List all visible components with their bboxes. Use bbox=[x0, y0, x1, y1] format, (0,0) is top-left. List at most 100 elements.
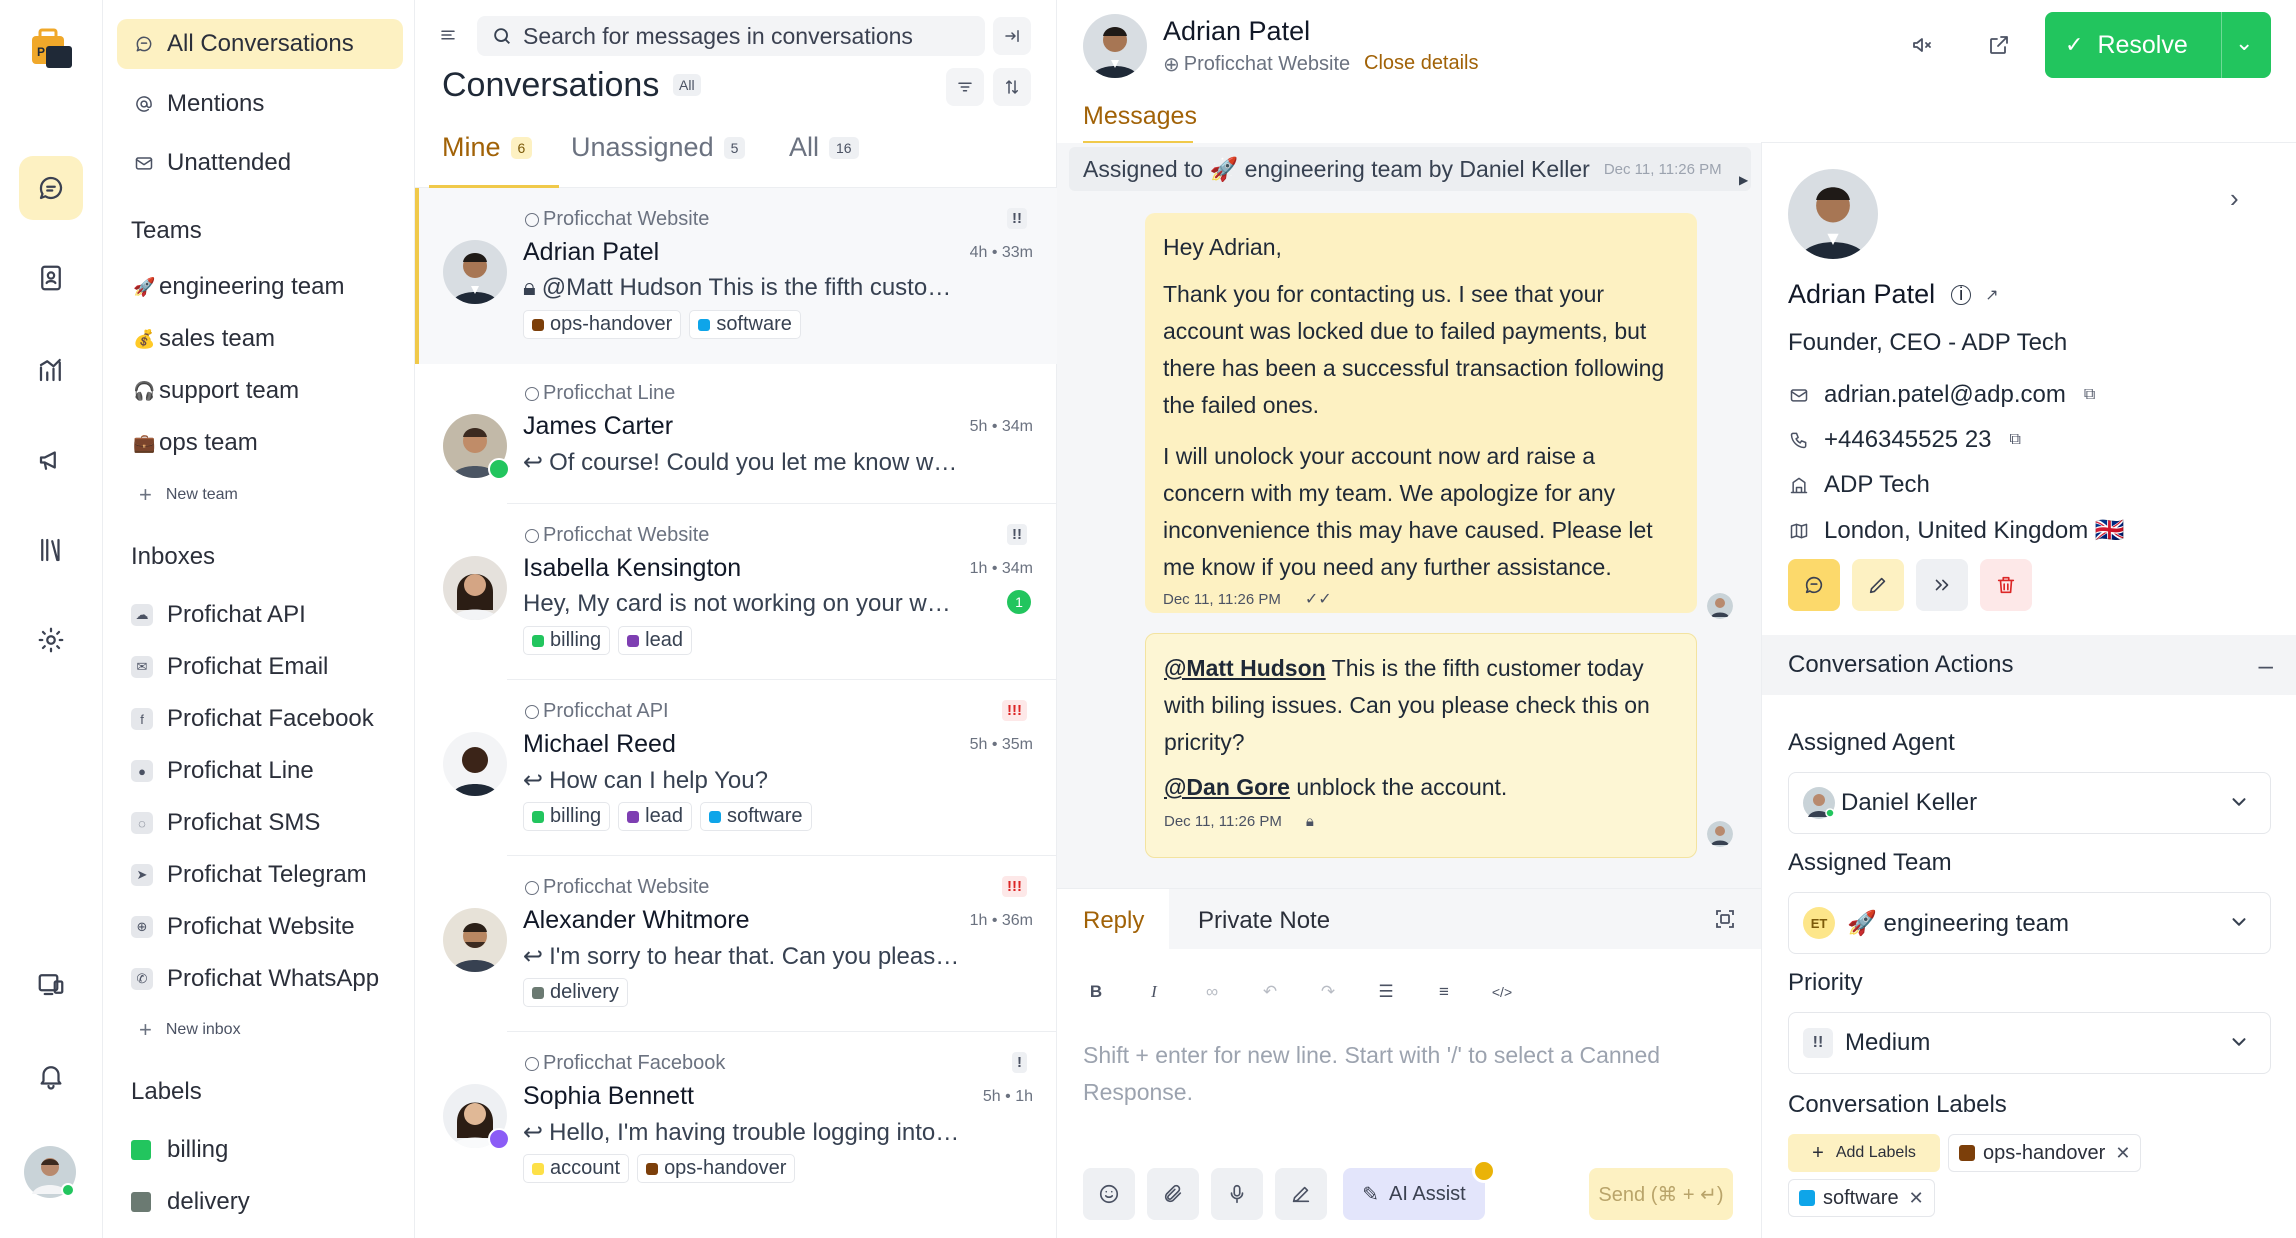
info-icon[interactable]: i bbox=[1951, 284, 1972, 305]
facebook-icon: f bbox=[131, 708, 153, 730]
link-button[interactable]: ∞ bbox=[1199, 979, 1225, 1005]
conversation-actions-header[interactable]: Conversation Actions – bbox=[1762, 635, 2296, 695]
rail-dashboard-button[interactable] bbox=[19, 952, 83, 1016]
messenger-icon bbox=[488, 1128, 510, 1150]
label-delivery[interactable]: delivery bbox=[131, 1188, 250, 1216]
search-input[interactable]: Search for messages in conversations bbox=[477, 16, 985, 56]
rail-campaigns-button[interactable] bbox=[19, 428, 83, 492]
assigned-agent-select[interactable]: Daniel Keller bbox=[1788, 772, 2271, 834]
conversation-item[interactable]: Proficchat Website !! Adrian Patel 4h • … bbox=[415, 188, 1057, 364]
label-chip: lead bbox=[618, 626, 692, 655]
nav-unattended[interactable]: Unattended bbox=[117, 138, 403, 188]
sort-button[interactable] bbox=[993, 68, 1031, 106]
tab-unassigned[interactable]: Unassigned 5 bbox=[571, 132, 746, 163]
add-labels-button[interactable]: + Add Labels bbox=[1788, 1134, 1940, 1172]
delete-contact-button[interactable] bbox=[1980, 559, 2032, 611]
rail-reports-button[interactable] bbox=[19, 338, 83, 402]
contact-avatar[interactable] bbox=[1083, 14, 1147, 78]
close-details-link[interactable]: Close details bbox=[1364, 52, 1479, 75]
tab-mine[interactable]: Mine 6 bbox=[442, 132, 533, 163]
collapse-icon[interactable]: – bbox=[2259, 650, 2273, 681]
chevron-down-icon[interactable]: ⌄ bbox=[2235, 30, 2253, 56]
inbox-line[interactable]: ● Profichat Line bbox=[131, 757, 314, 785]
mention[interactable]: @Dan Gore bbox=[1164, 774, 1290, 800]
resolve-button[interactable]: ✓ Resolve ⌄ bbox=[2045, 12, 2271, 78]
bullet-list-button[interactable]: ☰ bbox=[1373, 979, 1399, 1005]
share-button[interactable] bbox=[1984, 30, 2014, 60]
tab-private-note[interactable]: Private Note bbox=[1198, 907, 1330, 935]
tab-reply[interactable]: Reply bbox=[1083, 907, 1144, 935]
tab-messages[interactable]: Messages bbox=[1083, 102, 1197, 131]
nav-mentions[interactable]: Mentions bbox=[117, 79, 403, 129]
voice-button[interactable] bbox=[1211, 1168, 1263, 1220]
reply-input[interactable]: Shift + enter for new line. Start with '… bbox=[1083, 1037, 1723, 1111]
attach-button[interactable] bbox=[1147, 1168, 1199, 1220]
app-logo[interactable]: P bbox=[24, 24, 76, 76]
team-engineering[interactable]: 🚀 engineering team bbox=[133, 273, 344, 301]
bold-button[interactable]: B bbox=[1083, 979, 1109, 1005]
signature-button[interactable] bbox=[1275, 1168, 1327, 1220]
ai-assist-button[interactable]: ✎ AI Assist bbox=[1343, 1168, 1485, 1220]
inbox-email[interactable]: ✉ Profichat Email bbox=[131, 653, 328, 681]
conversation-item[interactable]: Proficchat Line James Carter 5h • 34m ↩ O… bbox=[415, 364, 1057, 504]
team-support[interactable]: 🎧 support team bbox=[133, 377, 299, 405]
toggle-sidebar-button[interactable] bbox=[429, 16, 467, 54]
copy-icon[interactable]: ⧉ bbox=[2010, 431, 2021, 449]
tab-all[interactable]: All 16 bbox=[789, 132, 859, 163]
remove-label-icon[interactable]: ✕ bbox=[2115, 1143, 2130, 1164]
rail-conversations-button[interactable] bbox=[19, 156, 83, 220]
send-button[interactable]: Send (⌘ + ↵) bbox=[1589, 1168, 1733, 1220]
merge-contact-button[interactable] bbox=[1916, 559, 1968, 611]
team-ops[interactable]: 💼 ops team bbox=[133, 429, 258, 457]
filter-button[interactable] bbox=[946, 68, 984, 106]
rail-notifications-button[interactable] bbox=[19, 1044, 83, 1108]
inbox-telegram[interactable]: ➤ Profichat Telegram bbox=[131, 861, 367, 889]
copy-icon[interactable]: ⧉ bbox=[2084, 386, 2095, 404]
chevron-right-icon[interactable]: › bbox=[2230, 183, 2239, 214]
expand-composer-button[interactable] bbox=[1713, 907, 1739, 933]
italic-button[interactable]: I bbox=[1141, 979, 1167, 1005]
contact-phone[interactable]: +446345525 23 bbox=[1824, 426, 1992, 454]
collapse-list-button[interactable] bbox=[993, 17, 1031, 55]
contact-email[interactable]: adrian.patel@adp.com bbox=[1824, 381, 2066, 409]
last-message: ↩ How can I help You? bbox=[523, 766, 963, 795]
inbox-name: Proficchat Website bbox=[543, 876, 710, 898]
menu-icon bbox=[441, 30, 455, 40]
undo-button[interactable]: ↶ bbox=[1257, 979, 1283, 1005]
inbox-facebook[interactable]: f Profichat Facebook bbox=[131, 705, 374, 733]
reply-icon: ↩ bbox=[523, 1119, 544, 1146]
conversation-item[interactable]: Proficchat Facebook ! Sophia Bennett 5h … bbox=[415, 1032, 1057, 1208]
mention[interactable]: @Matt Hudson bbox=[1164, 655, 1326, 681]
code-button[interactable]: </> bbox=[1489, 979, 1515, 1005]
label-billing[interactable]: billing bbox=[131, 1136, 228, 1164]
remove-label-icon[interactable]: ✕ bbox=[1909, 1188, 1924, 1209]
rail-settings-button[interactable] bbox=[19, 608, 83, 672]
new-team-button[interactable]: + New team bbox=[139, 482, 238, 508]
inbox-whatsapp[interactable]: ✆ Profichat WhatsApp bbox=[131, 965, 379, 993]
edit-contact-button[interactable] bbox=[1852, 559, 1904, 611]
conversation-item[interactable]: Proficchat Website !!! Alexander Whitmor… bbox=[415, 856, 1057, 1032]
redo-button[interactable]: ↷ bbox=[1315, 979, 1341, 1005]
inbox-website[interactable]: ⊕ Profichat Website bbox=[131, 913, 355, 941]
double-check-icon: ✓✓ bbox=[1304, 591, 1332, 608]
numbered-list-button[interactable]: ≡ bbox=[1431, 979, 1457, 1005]
activity-message: Assigned to 🚀 engineering team by Daniel… bbox=[1069, 147, 1751, 191]
priority-select[interactable]: !! Medium bbox=[1788, 1012, 2271, 1074]
user-avatar[interactable] bbox=[24, 1146, 76, 1198]
new-message-button[interactable] bbox=[1788, 559, 1840, 611]
rail-contacts-button[interactable] bbox=[19, 246, 83, 310]
inbox-sms[interactable]: ◌ Profichat SMS bbox=[131, 809, 320, 837]
inbox-api[interactable]: ☁ Profichat API bbox=[131, 601, 306, 629]
team-sales[interactable]: 💰 sales team bbox=[133, 325, 275, 353]
status-badge[interactable]: All bbox=[673, 74, 701, 96]
conversation-item[interactable]: Proficchat API !!! Michael Reed 5h • 35m… bbox=[415, 680, 1057, 856]
nav-all-conversations[interactable]: All Conversations bbox=[117, 19, 403, 69]
mute-button[interactable] bbox=[1907, 30, 1937, 60]
assigned-team-select[interactable]: ET 🚀 engineering team bbox=[1788, 892, 2271, 954]
rail-library-button[interactable] bbox=[19, 518, 83, 582]
external-link-icon[interactable]: ↗ bbox=[1985, 285, 1998, 305]
emoji-button[interactable] bbox=[1083, 1168, 1135, 1220]
conversation-item[interactable]: Proficchat Website !! Isabella Kensingto… bbox=[415, 504, 1057, 680]
selected-agent: Daniel Keller bbox=[1841, 789, 1978, 816]
new-inbox-button[interactable]: + New inbox bbox=[139, 1017, 241, 1043]
